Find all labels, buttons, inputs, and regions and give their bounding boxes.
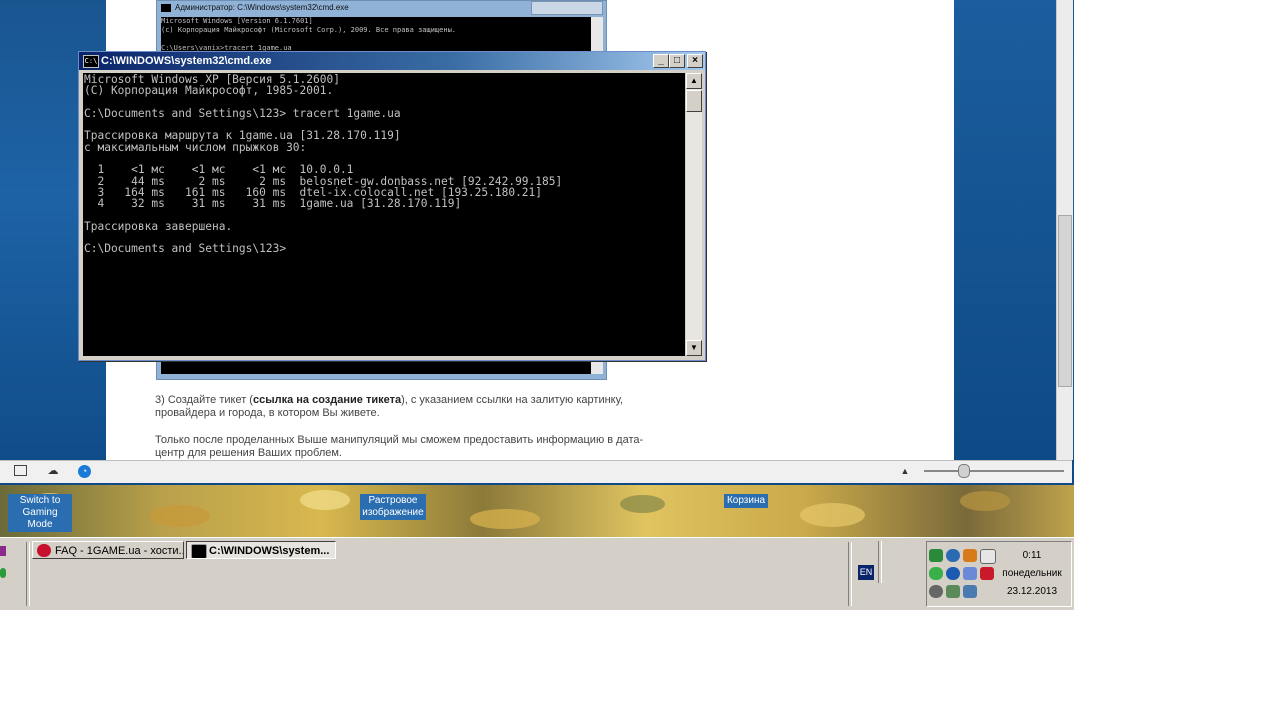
taskbar-separator xyxy=(26,542,30,606)
maximize-button[interactable]: □ xyxy=(669,54,685,68)
network-icon[interactable] xyxy=(929,549,943,562)
taskbar-item-browser[interactable]: FAQ - 1GAME.ua - хости... xyxy=(32,541,184,559)
cloud-icon[interactable]: ☁ xyxy=(46,465,60,477)
browser-statusbar: ☁ ◔ ▲ xyxy=(0,460,1072,483)
task-label: C:\WINDOWS\system... xyxy=(209,545,330,557)
console-scrollbar-thumb[interactable] xyxy=(686,90,702,112)
connection-icon[interactable] xyxy=(929,567,943,580)
desktop-icon-label: Switch to Gaming Mode xyxy=(8,494,72,532)
globe-icon[interactable] xyxy=(946,567,960,580)
clock-time[interactable]: 0:11 xyxy=(997,550,1067,561)
document-icon[interactable] xyxy=(980,549,996,564)
text: провайдера и города, в котором Вы живете… xyxy=(155,407,380,419)
quicklaunch-icon[interactable] xyxy=(0,546,6,556)
security-icon[interactable] xyxy=(963,585,977,598)
sidebar-toggle-icon[interactable] xyxy=(14,465,27,476)
scroll-up-arrow-icon[interactable]: ▲ xyxy=(686,73,702,89)
browser-scrollbar-thumb[interactable] xyxy=(1058,215,1072,387)
desktop-wallpaper-autumn xyxy=(0,485,1074,537)
antivirus-icon[interactable] xyxy=(980,567,994,580)
cmd-icon[interactable]: C:\ xyxy=(83,55,99,68)
taskbar: FAQ - 1GAME.ua - хости... C:\WINDOWS\sys… xyxy=(0,537,1074,610)
desktop-icon-label: Корзина xyxy=(724,494,768,508)
text: 3) Создайте тикет ( xyxy=(155,394,253,406)
faq-paragraph-info: Только после проделанных Выше манипуляци… xyxy=(155,434,715,460)
speed-dial-icon[interactable]: ◔ xyxy=(78,465,91,478)
taskbar-separator xyxy=(848,542,852,606)
usb-icon[interactable] xyxy=(946,585,960,598)
text: центр для решения Ваших проблем. xyxy=(155,447,342,459)
system-tray: 0:11 понедельник 23.12.2013 xyxy=(926,541,1072,607)
speaker-icon[interactable] xyxy=(929,585,943,598)
text: Только после проделанных Выше манипуляци… xyxy=(155,434,644,446)
clock-day[interactable]: понедельник xyxy=(997,568,1067,579)
console-output[interactable]: Microsoft Windows XP [Версия 5.1.2600] (… xyxy=(83,73,685,356)
task-label: FAQ - 1GAME.ua - хости... xyxy=(55,545,184,557)
desktop-icon-switch-gaming[interactable]: Switch to Gaming Mode xyxy=(8,494,72,532)
text: Администратор: C:\Windows\system32\cmd.e… xyxy=(175,3,349,12)
close-button[interactable]: × xyxy=(687,54,703,68)
chart-icon[interactable] xyxy=(963,549,977,562)
clock-date[interactable]: 23.12.2013 xyxy=(997,586,1067,597)
language-indicator[interactable]: EN xyxy=(858,565,874,580)
minimize-button[interactable]: _ xyxy=(653,54,669,68)
zoom-slider-track[interactable] xyxy=(924,470,1064,472)
text: ), с указанием ссылки на залитую картинк… xyxy=(401,394,624,406)
embedded-window-title: Администратор: C:\Windows\system32\cmd.e… xyxy=(157,1,606,17)
scroll-down-arrow-icon[interactable]: ▼ xyxy=(686,340,702,356)
faq-paragraph-ticket: 3) Создайте тикет (ссылка на создание ти… xyxy=(155,394,715,420)
skype-icon[interactable] xyxy=(946,549,960,562)
quicklaunch-icon[interactable] xyxy=(0,568,6,578)
zoom-slider-thumb[interactable] xyxy=(958,464,970,478)
page-right-panel xyxy=(954,0,1056,460)
cmd-icon xyxy=(191,544,207,558)
taskbar-separator xyxy=(878,541,882,583)
console-scrollbar[interactable]: ▲ ▼ xyxy=(686,73,702,356)
taskbar-item-cmd[interactable]: C:\WINDOWS\system... xyxy=(186,541,336,559)
zoom-up-icon[interactable]: ▲ xyxy=(898,465,912,477)
update-icon[interactable] xyxy=(963,567,977,580)
create-ticket-link[interactable]: ссылка на создание тикета xyxy=(253,394,401,406)
cmd-title: C:\WINDOWS\system32\cmd.exe xyxy=(101,55,272,67)
desktop-icon-recycle-bin[interactable]: Корзина xyxy=(724,494,768,508)
cmd-titlebar[interactable]: C:\ C:\WINDOWS\system32\cmd.exe _ □ × xyxy=(79,52,705,70)
desktop-icon-bitmap[interactable]: Растровое изображение xyxy=(360,494,426,520)
desktop-icon-label: Растровое изображение xyxy=(360,494,426,520)
cmd-window[interactable]: C:\ C:\WINDOWS\system32\cmd.exe _ □ × Mi… xyxy=(78,51,706,361)
opera-icon xyxy=(37,544,51,557)
